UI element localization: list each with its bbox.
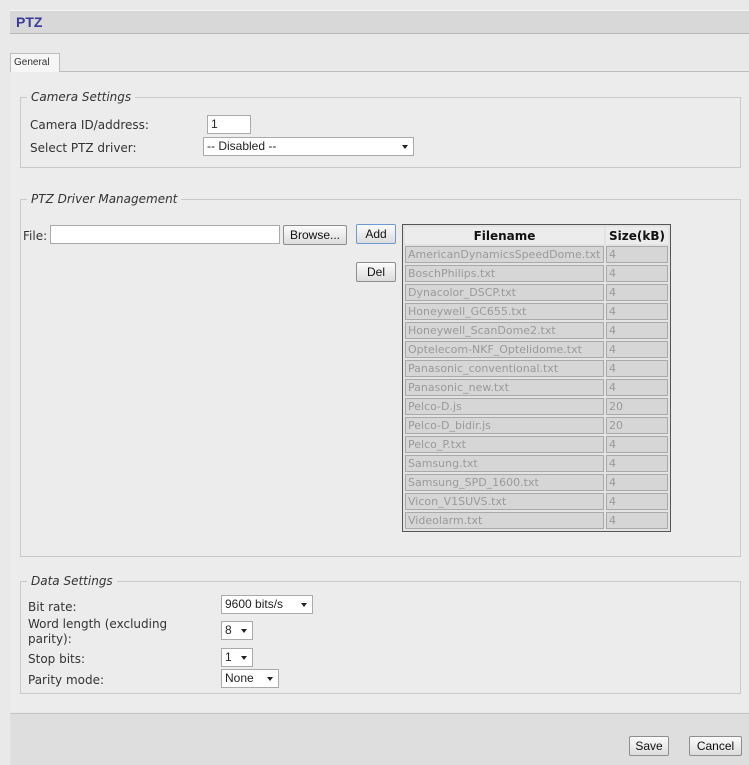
save-button[interactable]: Save — [629, 736, 669, 756]
table-header-row: Filename Size(kB) — [405, 227, 668, 244]
size-cell: 4 — [606, 341, 668, 358]
filename-cell: AmericanDynamicsSpeedDome.txt — [405, 246, 604, 263]
word-length-value: 8 — [225, 623, 232, 637]
filename-cell: Samsung_SPD_1600.txt — [405, 474, 604, 491]
chevron-down-icon — [241, 656, 247, 660]
filename-cell: Panasonic_conventional.txt — [405, 360, 604, 377]
parity-mode-select[interactable]: None — [221, 669, 279, 688]
table-row[interactable]: Honeywell_GC655.txt 4 — [405, 303, 668, 320]
size-cell: 4 — [606, 246, 668, 263]
cancel-button[interactable]: Cancel — [689, 736, 742, 756]
table-row[interactable]: Honeywell_ScanDome2.txt 4 — [405, 322, 668, 339]
filename-cell: Pelco-D.js — [405, 398, 604, 415]
data-settings-group: Data Settings — [20, 574, 741, 694]
ptz-driver-value: -- Disabled -- — [207, 139, 277, 153]
ptz-driver-label: Select PTZ driver: — [30, 141, 137, 155]
size-cell: 4 — [606, 322, 668, 339]
size-cell: 4 — [606, 379, 668, 396]
filename-cell: Honeywell_GC655.txt — [405, 303, 604, 320]
filename-cell: Panasonic_new.txt — [405, 379, 604, 396]
size-cell: 4 — [606, 265, 668, 282]
title-bar: PTZ — [10, 10, 749, 34]
chevron-down-icon — [301, 603, 307, 607]
browse-button[interactable]: Browse... — [283, 225, 347, 245]
word-length-label-line1: Word length (excluding — [28, 617, 168, 631]
driver-files-table: Filename Size(kB) AmericanDynamicsSpeedD… — [402, 224, 671, 532]
camera-settings-legend: Camera Settings — [31, 90, 132, 104]
filename-cell: Samsung.txt — [405, 455, 604, 472]
page-title: PTZ — [16, 14, 43, 30]
file-label: File: — [23, 229, 48, 243]
camera-id-input[interactable]: 1 — [207, 115, 251, 134]
stop-bits-value: 1 — [225, 650, 232, 664]
table-row[interactable]: Pelco-D_bidir.js 20 — [405, 417, 668, 434]
table-row[interactable]: Panasonic_new.txt 4 — [405, 379, 668, 396]
size-cell: 4 — [606, 493, 668, 510]
table-row[interactable]: Samsung.txt 4 — [405, 455, 668, 472]
size-cell: 4 — [606, 436, 668, 453]
size-cell: 4 — [606, 284, 668, 301]
size-column-header: Size(kB) — [606, 227, 668, 244]
size-cell: 4 — [606, 360, 668, 377]
bit-rate-label: Bit rate: — [28, 600, 77, 614]
filename-column-header: Filename — [405, 227, 604, 244]
tab-bar: General — [10, 53, 749, 73]
table-row[interactable]: Samsung_SPD_1600.txt 4 — [405, 474, 668, 491]
bit-rate-value: 9600 bits/s — [225, 597, 284, 611]
bit-rate-select[interactable]: 9600 bits/s — [221, 595, 313, 614]
data-settings-legend: Data Settings — [31, 574, 113, 588]
size-cell: 4 — [606, 512, 668, 529]
size-cell: 20 — [606, 417, 668, 434]
footer-bar: Save Cancel — [10, 713, 749, 765]
table-row[interactable]: Panasonic_conventional.txt 4 — [405, 360, 668, 377]
filename-cell: Videolarm.txt — [405, 512, 604, 529]
chevron-down-icon — [267, 677, 273, 681]
parity-mode-label: Parity mode: — [28, 673, 105, 687]
filename-cell: BoschPhilips.txt — [405, 265, 604, 282]
ptz-driver-select[interactable]: -- Disabled -- — [203, 137, 414, 156]
filename-cell: Dynacolor_DSCP.txt — [405, 284, 604, 301]
filename-cell: Pelco_P.txt — [405, 436, 604, 453]
filename-cell: Optelecom-NKF_Optelidome.txt — [405, 341, 604, 358]
size-cell: 4 — [606, 303, 668, 320]
general-panel: Camera Settings Camera ID/address: 1 Sel… — [10, 72, 749, 712]
table-row[interactable]: BoschPhilips.txt 4 — [405, 265, 668, 282]
chevron-down-icon — [241, 629, 247, 633]
chevron-down-icon — [402, 145, 408, 149]
stop-bits-label: Stop bits: — [28, 652, 86, 666]
table-row[interactable]: Vicon_V1SUVS.txt 4 — [405, 493, 668, 510]
filename-cell: Vicon_V1SUVS.txt — [405, 493, 604, 510]
table-row[interactable]: Pelco_P.txt 4 — [405, 436, 668, 453]
driver-management-legend: PTZ Driver Management — [31, 192, 178, 206]
size-cell: 4 — [606, 474, 668, 491]
word-length-select[interactable]: 8 — [221, 621, 253, 640]
del-button[interactable]: Del — [356, 262, 396, 282]
file-path-input[interactable] — [50, 225, 280, 244]
filename-cell: Pelco-D_bidir.js — [405, 417, 604, 434]
table-row[interactable]: Optelecom-NKF_Optelidome.txt 4 — [405, 341, 668, 358]
size-cell: 20 — [606, 398, 668, 415]
size-cell: 4 — [606, 455, 668, 472]
stop-bits-select[interactable]: 1 — [221, 648, 253, 667]
tab-general[interactable]: General — [10, 53, 60, 73]
table-row[interactable]: AmericanDynamicsSpeedDome.txt 4 — [405, 246, 668, 263]
word-length-label-line2: parity): — [28, 632, 72, 646]
parity-mode-value: None — [225, 671, 254, 685]
table-row[interactable]: Videolarm.txt 4 — [405, 512, 668, 529]
table-row[interactable]: Pelco-D.js 20 — [405, 398, 668, 415]
camera-id-label: Camera ID/address: — [30, 118, 149, 132]
add-button[interactable]: Add — [356, 224, 396, 244]
table-row[interactable]: Dynacolor_DSCP.txt 4 — [405, 284, 668, 301]
filename-cell: Honeywell_ScanDome2.txt — [405, 322, 604, 339]
